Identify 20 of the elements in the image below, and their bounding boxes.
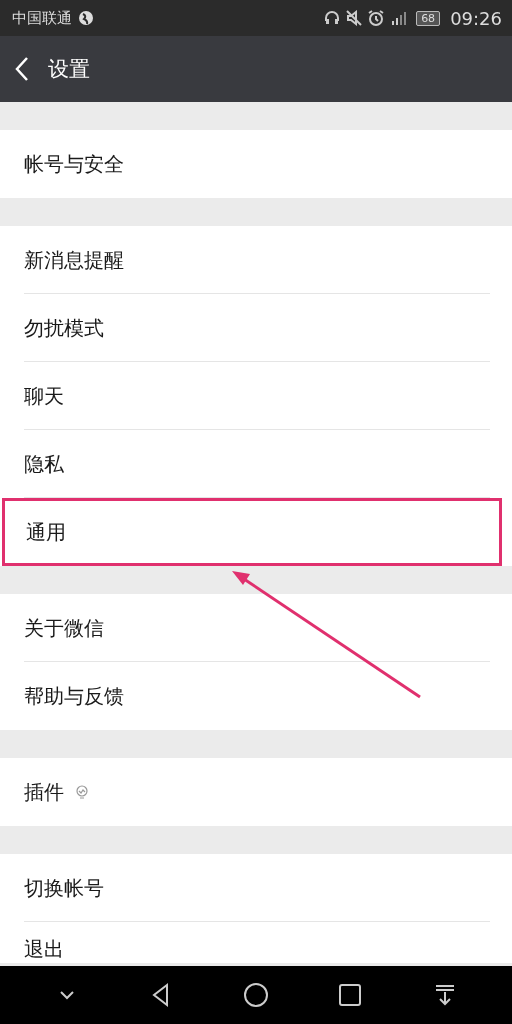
back-icon[interactable] (14, 56, 30, 82)
carrier-name: 中国联通 (12, 8, 72, 28)
settings-item[interactable]: 帐号与安全 (0, 130, 512, 198)
settings-item[interactable]: 新消息提醒 (0, 226, 512, 294)
settings-item[interactable]: 帮助与反馈 (0, 662, 512, 730)
globe-icon (78, 10, 94, 26)
settings-item[interactable]: 隐私 (0, 430, 512, 498)
settings-item[interactable]: 切换帐号 (0, 854, 512, 922)
page-title: 设置 (48, 56, 90, 83)
settings-item[interactable]: 关于微信 (0, 594, 512, 662)
settings-item[interactable]: 聊天 (0, 362, 512, 430)
clock: 09:26 (450, 7, 502, 29)
headphones-icon (324, 10, 341, 26)
highlighted-settings-item[interactable]: 通用 (2, 498, 502, 566)
mute-icon (346, 10, 363, 26)
settings-item[interactable]: 退出 (0, 922, 512, 963)
settings-item[interactable]: 插件 (0, 758, 512, 826)
battery-indicator: 68 (416, 10, 441, 26)
settings-item[interactable]: 勿扰模式 (0, 294, 512, 362)
alarm-icon (368, 10, 385, 26)
